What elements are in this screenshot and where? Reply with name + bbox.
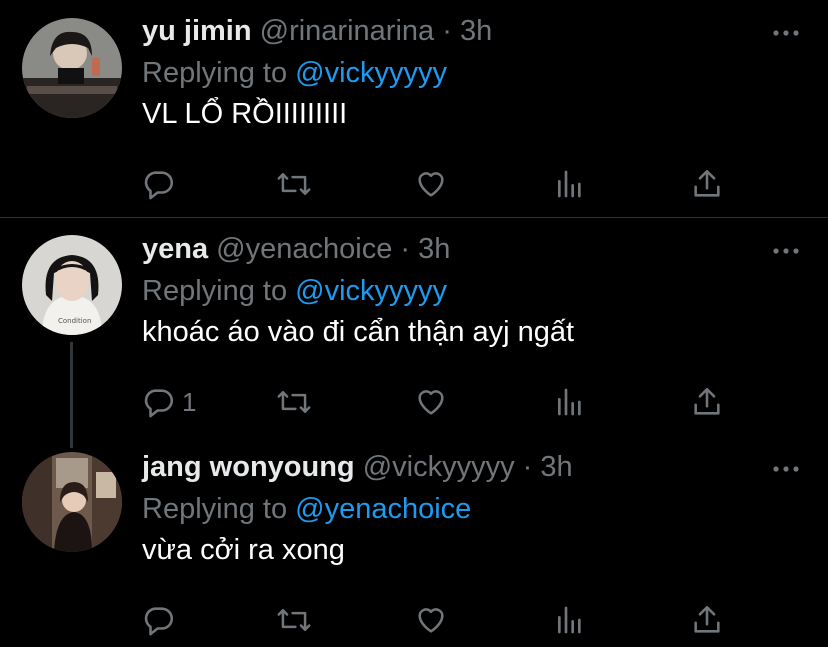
more-icon[interactable] (772, 464, 800, 474)
retweet-button[interactable] (276, 384, 312, 420)
tweet-header: yu jimin @rinarinarina · 3h (142, 14, 492, 48)
replying-to: Replying to @vickyyyyy (142, 272, 447, 310)
share-icon (694, 605, 720, 633)
more-icon[interactable] (772, 28, 800, 38)
display-name[interactable]: yena (142, 233, 208, 265)
mention-link[interactable]: @vickyyyyy (295, 275, 447, 307)
handle[interactable]: @vickyyyyy (363, 451, 515, 483)
like-button[interactable] (414, 166, 448, 202)
tweet-text: khoác áo vào đi cẩn thận ayj ngất (142, 316, 575, 348)
handle[interactable]: @yenachoice (216, 233, 392, 265)
tweet[interactable]: jang wonyoung @vickyyyyy · 3h Replying t… (0, 436, 828, 647)
analytics-icon (558, 170, 581, 198)
tweet-text: vừa cởi ra xong (142, 534, 345, 566)
avatar-photo: Condition (22, 235, 122, 335)
reply-icon (144, 607, 174, 636)
reply-button[interactable] (142, 166, 182, 202)
retweet-button[interactable] (276, 166, 312, 202)
reply-icon (144, 171, 174, 200)
tweet-header: yena @yenachoice · 3h (142, 232, 450, 266)
like-icon (418, 172, 444, 197)
mention-link[interactable]: @yenachoice (295, 493, 471, 525)
timestamp[interactable]: 3h (418, 233, 450, 265)
avatar-photo (22, 18, 122, 118)
separator: · (522, 451, 533, 483)
svg-text:Condition: Condition (58, 317, 91, 325)
avatar[interactable] (22, 18, 122, 118)
retweet-icon (277, 391, 311, 413)
display-name[interactable]: yu jimin (142, 15, 252, 47)
separator: · (442, 15, 452, 47)
thread-connector (70, 342, 73, 448)
action-bar (142, 166, 742, 206)
analytics-icon (558, 388, 581, 416)
mention-link[interactable]: @vickyyyyy (295, 57, 447, 89)
retweet-icon (277, 173, 311, 195)
action-bar: 1 (142, 384, 742, 424)
share-icon (694, 169, 720, 197)
avatar[interactable] (22, 452, 122, 552)
handle[interactable]: @rinarinarina (260, 15, 435, 47)
replying-to: Replying to @vickyyyyy (142, 54, 447, 92)
more-icon[interactable] (772, 246, 800, 256)
replying-label: Replying to (142, 275, 288, 307)
tweet-text: VL LỔ RỒIIIIIIIII (142, 98, 348, 130)
analytics-button[interactable] (554, 166, 586, 202)
like-icon (418, 390, 444, 415)
timestamp[interactable]: 3h (540, 451, 572, 483)
reply-count: 1 (182, 386, 197, 417)
replying-label: Replying to (142, 493, 288, 525)
tweet-header: jang wonyoung @vickyyyyy · 3h (142, 450, 573, 484)
analytics-button[interactable] (554, 602, 586, 638)
reply-button[interactable] (142, 602, 182, 638)
reply-icon (144, 389, 174, 418)
avatar-photo (22, 452, 122, 552)
replying-label: Replying to (142, 57, 288, 89)
share-icon (694, 387, 720, 415)
analytics-icon (558, 606, 581, 634)
like-button[interactable] (414, 384, 448, 420)
analytics-button[interactable] (554, 384, 586, 420)
separator: · (400, 233, 411, 265)
tweet[interactable]: Condition yena @yenachoice · 3h Replying… (0, 218, 828, 436)
retweet-button[interactable] (276, 602, 312, 638)
like-icon (418, 608, 444, 633)
share-button[interactable] (690, 602, 724, 638)
replying-to: Replying to @yenachoice (142, 490, 471, 528)
retweet-icon (277, 609, 311, 631)
reply-button[interactable]: 1 (142, 384, 196, 420)
avatar[interactable]: Condition (22, 235, 122, 335)
share-button[interactable] (690, 384, 724, 420)
share-button[interactable] (690, 166, 724, 202)
display-name[interactable]: jang wonyoung (142, 451, 355, 483)
timestamp[interactable]: 3h (460, 15, 492, 47)
tweet[interactable]: yu jimin @rinarinarina · 3h Replying to … (0, 0, 828, 217)
like-button[interactable] (414, 602, 448, 638)
action-bar (142, 602, 742, 642)
